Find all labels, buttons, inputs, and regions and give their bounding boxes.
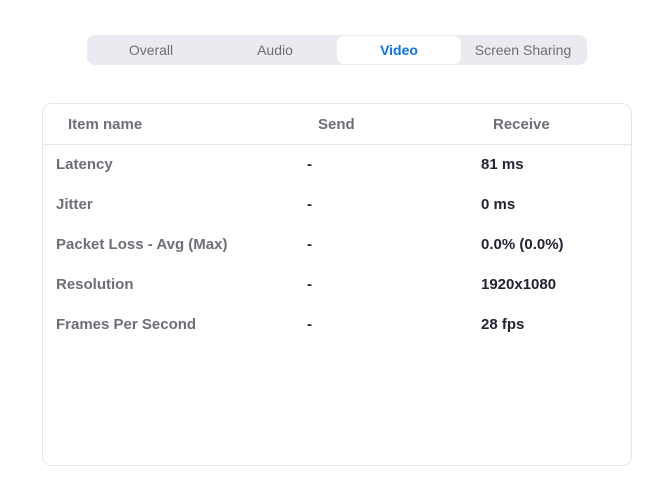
stats-tab-bar: Overall Audio Video Screen Sharing: [87, 35, 587, 65]
table-row: Packet Loss - Avg (Max) - 0.0% (0.0%): [43, 224, 631, 264]
table-header: Item name Send Receive: [43, 104, 631, 145]
row-label: Resolution: [56, 276, 134, 293]
statistics-video-view: Overall Audio Video Screen Sharing Item …: [0, 0, 662, 491]
column-header-item-name: Item name: [68, 116, 143, 133]
table-row: Jitter - 0 ms: [43, 184, 631, 224]
row-label: Jitter: [56, 196, 93, 213]
table-row: Latency - 81 ms: [43, 144, 631, 184]
table-row: Frames Per Second - 28 fps: [43, 304, 631, 344]
row-send-value: -: [307, 236, 312, 253]
tab-screen-sharing[interactable]: Screen Sharing: [461, 36, 585, 64]
tab-audio[interactable]: Audio: [213, 36, 337, 64]
row-send-value: -: [307, 196, 312, 213]
row-receive-value: 0 ms: [481, 196, 516, 213]
column-header-receive: Receive: [493, 116, 550, 133]
row-label: Frames Per Second: [56, 316, 197, 333]
stats-table: Item name Send Receive Latency - 81 ms J…: [42, 103, 632, 466]
tab-overall[interactable]: Overall: [89, 36, 213, 64]
row-receive-value: 28 fps: [481, 316, 525, 333]
row-send-value: -: [307, 156, 312, 173]
row-send-value: -: [307, 316, 312, 333]
row-send-value: -: [307, 276, 312, 293]
row-label: Latency: [56, 156, 113, 173]
row-label: Packet Loss - Avg (Max): [56, 236, 228, 253]
row-receive-value: 0.0% (0.0%): [481, 236, 564, 253]
table-row: Resolution - 1920x1080: [43, 264, 631, 304]
column-header-send: Send: [318, 116, 355, 133]
row-receive-value: 1920x1080: [481, 276, 557, 293]
row-receive-value: 81 ms: [481, 156, 524, 173]
tab-video[interactable]: Video: [337, 36, 461, 64]
